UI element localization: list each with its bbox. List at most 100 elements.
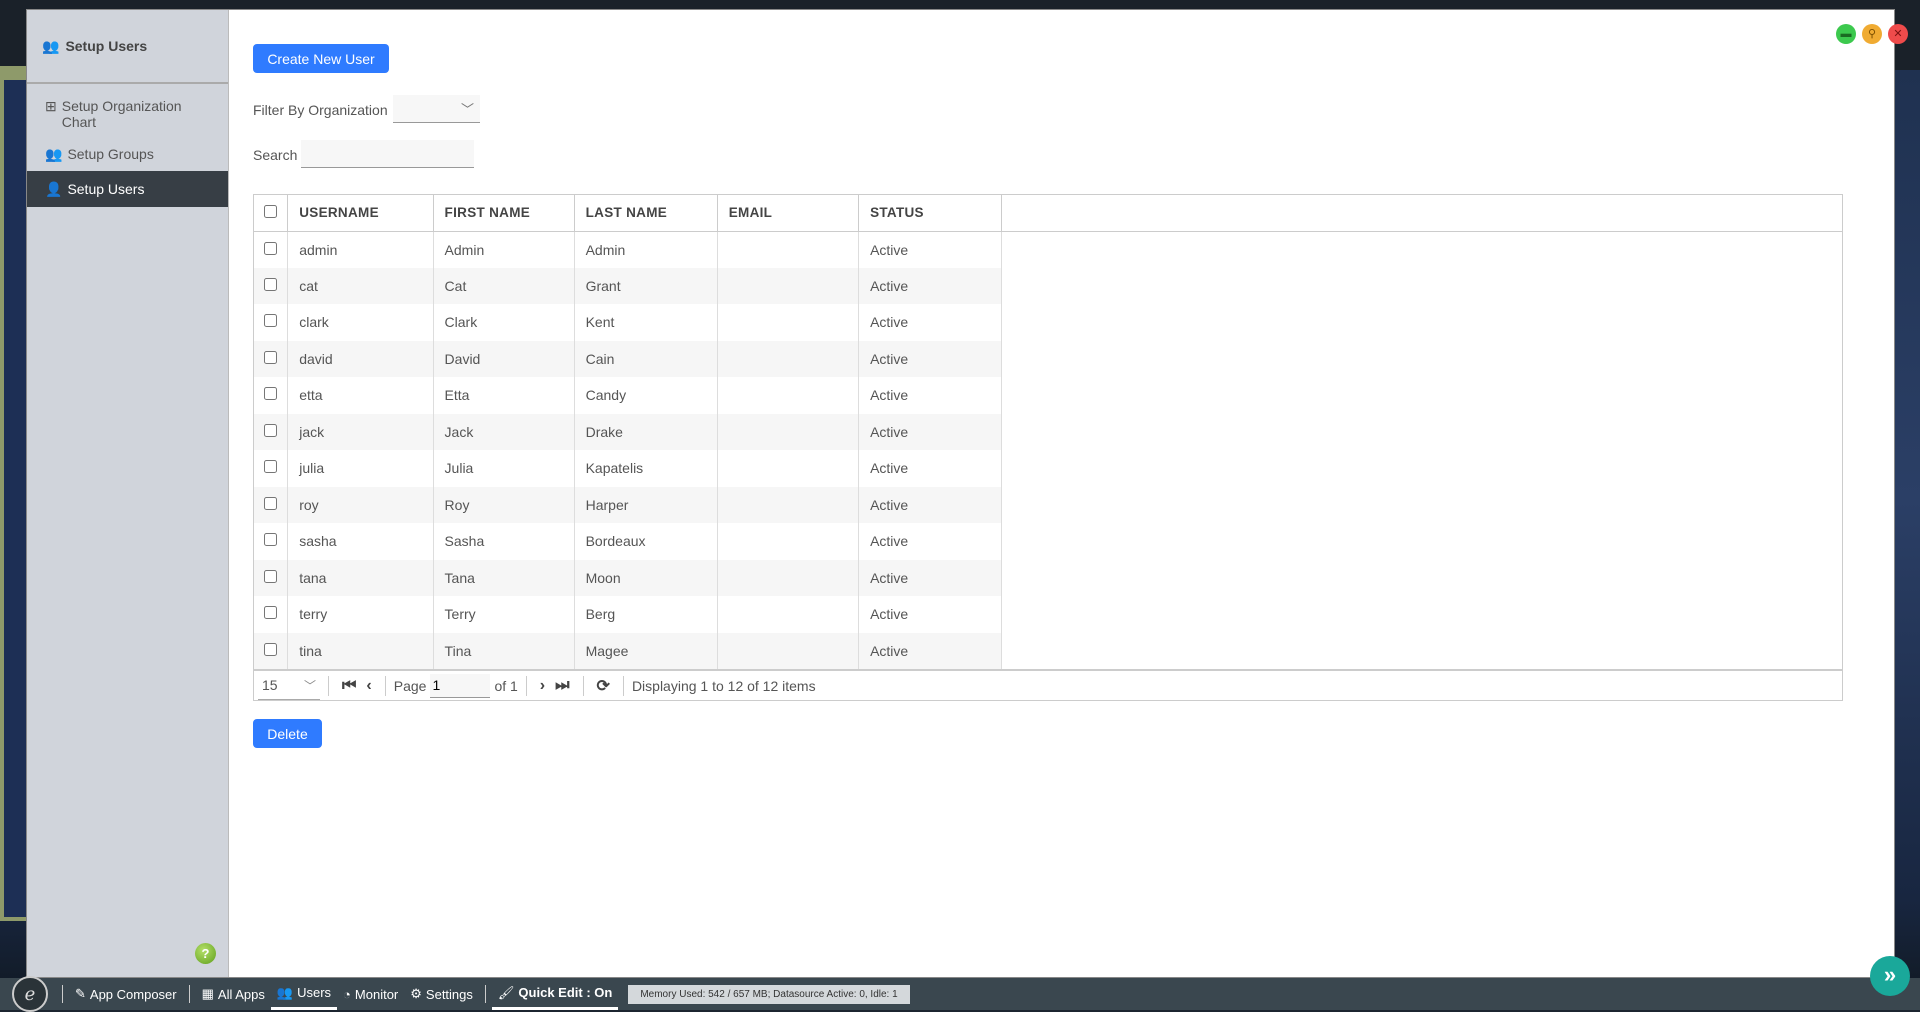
table-row[interactable]: admin Admin Admin Active (254, 231, 1842, 268)
cell-username: roy (287, 486, 434, 523)
row-checkbox[interactable] (264, 606, 277, 620)
cell-username: julia (287, 450, 434, 487)
first-page-icon[interactable]: ⏮ (342, 677, 356, 695)
cell-status: Active (858, 304, 1002, 341)
cell-first-name: Etta (433, 377, 575, 414)
cell-username: clark (287, 304, 434, 341)
column-email[interactable]: EMAIL (717, 195, 860, 232)
chevron-down-icon: ﹀ (460, 102, 474, 117)
create-new-user-button[interactable]: Create New User (253, 44, 389, 73)
search-label: Search (253, 147, 298, 163)
cell-username: tina (287, 632, 434, 669)
select-all-checkbox[interactable] (264, 204, 277, 218)
cell-status: Active (858, 486, 1002, 523)
page-count: of 1 (494, 677, 518, 694)
row-checkbox[interactable] (264, 314, 277, 328)
column-status[interactable]: STATUS (858, 195, 1002, 232)
cell-username: sasha (287, 523, 434, 560)
cell-status: Active (858, 450, 1002, 487)
cell-last-name: Admin (574, 231, 718, 268)
taskbar-all-apps[interactable]: ▦ All Apps (196, 978, 271, 1010)
table-row[interactable]: cat Cat Grant Active (254, 267, 1842, 304)
cell-email (717, 486, 860, 523)
table-row[interactable]: sasha Sasha Bordeaux Active (254, 523, 1842, 560)
cell-username: jack (287, 413, 434, 450)
cell-email (717, 413, 860, 450)
cell-last-name: Moon (574, 559, 718, 596)
row-checkbox[interactable] (264, 277, 277, 291)
help-icon[interactable]: ? (195, 943, 216, 964)
cell-last-name: Candy (574, 377, 718, 414)
sidebar-item-groups[interactable]: 👥 Setup Groups (27, 138, 228, 171)
close-icon[interactable]: ✕ (1888, 24, 1908, 44)
delete-button[interactable]: Delete (253, 719, 322, 748)
table-row[interactable]: tana Tana Moon Active (254, 559, 1842, 596)
cell-first-name: Clark (433, 304, 575, 341)
cell-first-name: Tana (433, 559, 575, 596)
taskbar-settings[interactable]: ⚙ Settings (404, 978, 479, 1010)
row-checkbox[interactable] (264, 241, 277, 255)
cell-username: terry (287, 596, 434, 633)
row-checkbox[interactable] (264, 423, 277, 437)
filter-label: Filter By Organization (253, 102, 388, 118)
row-checkbox[interactable] (264, 569, 277, 583)
cell-email (717, 231, 860, 268)
expand-icon[interactable]: » (1870, 956, 1910, 996)
row-checkbox[interactable] (264, 350, 277, 364)
dashboard-icon: ◔ (343, 986, 351, 1002)
row-checkbox[interactable] (264, 642, 277, 656)
cell-first-name: Sasha (433, 523, 575, 560)
taskbar-monitor[interactable]: ◔ Monitor (337, 978, 404, 1010)
cell-last-name: Magee (574, 632, 718, 669)
chevron-down-icon: ﹀ (303, 678, 316, 693)
cell-last-name: Kapatelis (574, 450, 718, 487)
column-last-name[interactable]: LAST NAME (574, 195, 718, 232)
table-row[interactable]: etta Etta Candy Active (254, 377, 1842, 414)
cell-first-name: Julia (433, 450, 575, 487)
taskbar-users[interactable]: 👥 Users (270, 978, 338, 1010)
row-checkbox[interactable] (264, 533, 277, 547)
maximize-icon[interactable]: ▬ (1836, 24, 1856, 44)
table-row[interactable]: terry Terry Berg Active (254, 596, 1842, 633)
page-input[interactable] (430, 673, 491, 698)
cell-first-name: Terry (433, 596, 575, 633)
row-checkbox[interactable] (264, 387, 277, 401)
sidebar-item-org-chart[interactable]: ⊞ Setup Organization Chart (27, 90, 228, 138)
page-size-select[interactable]: 15 ﹀ (258, 672, 320, 700)
cell-last-name: Harper (574, 486, 718, 523)
last-page-icon[interactable]: ⏭ (555, 677, 569, 695)
row-checkbox[interactable] (264, 496, 277, 510)
search-input[interactable] (301, 140, 474, 168)
cell-username: tana (287, 559, 434, 596)
pin-icon[interactable]: ⚲ (1862, 24, 1882, 44)
table-row[interactable]: roy Roy Harper Active (254, 486, 1842, 523)
cell-status: Active (858, 559, 1002, 596)
cell-username: david (287, 340, 434, 377)
column-first-name[interactable]: FIRST NAME (433, 195, 575, 232)
table-row[interactable]: clark Clark Kent Active (254, 304, 1842, 341)
cell-email (717, 559, 860, 596)
prev-page-icon[interactable]: ‹ (366, 677, 371, 695)
table-row[interactable]: jack Jack Drake Active (254, 413, 1842, 450)
row-checkbox[interactable] (264, 460, 277, 474)
taskbar-app-composer[interactable]: ✎ App Composer (69, 978, 183, 1010)
pagination-bar: 15﹀ ⏮ ‹ Page of 1 › ⏭ ⟳ Displaying 1 to 12… (253, 670, 1843, 701)
column-username[interactable]: USERNAME (287, 195, 434, 232)
table-row[interactable]: julia Julia Kapatelis Active (254, 450, 1842, 487)
cell-last-name: Bordeaux (574, 523, 718, 560)
organization-filter-select[interactable]: ﹀ (393, 95, 480, 123)
cell-status: Active (858, 413, 1002, 450)
cell-last-name: Berg (574, 596, 718, 633)
next-page-icon[interactable]: › (540, 677, 545, 695)
cell-email (717, 377, 860, 414)
cell-last-name: Kent (574, 304, 718, 341)
cell-username: etta (287, 377, 434, 414)
refresh-icon[interactable]: ⟳ (597, 676, 610, 696)
sidebar-item-users[interactable]: 👤 Setup Users (27, 171, 228, 207)
cell-first-name: David (433, 340, 575, 377)
table-row[interactable]: tina Tina Magee Active (254, 632, 1842, 669)
table-row[interactable]: david David Cain Active (254, 340, 1842, 377)
app-logo-icon[interactable]: ℯ (12, 976, 48, 1012)
quick-edit-toggle[interactable]: 🖌 Quick Edit : On (491, 978, 619, 1010)
cell-email (717, 267, 860, 304)
